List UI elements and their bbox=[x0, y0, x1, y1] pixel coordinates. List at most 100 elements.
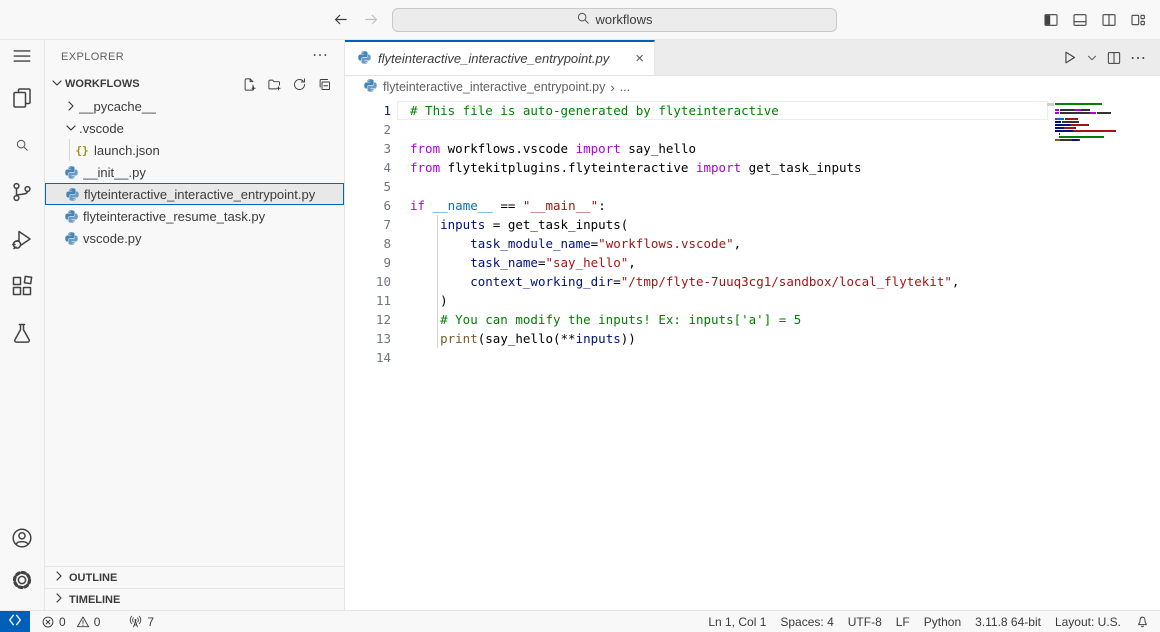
collapse-all-icon[interactable] bbox=[317, 77, 332, 92]
code-text: inputs = get_task_inputs( bbox=[410, 217, 628, 232]
chevron-down-icon bbox=[63, 120, 79, 136]
chevron-down-icon bbox=[49, 75, 65, 94]
line-number[interactable]: 4 bbox=[345, 160, 391, 175]
tree-item-label: vscode.py bbox=[83, 231, 142, 246]
account-button[interactable] bbox=[0, 528, 45, 552]
toggle-primary-sidebar-icon[interactable] bbox=[1043, 12, 1059, 28]
code-text: ) bbox=[410, 293, 448, 308]
code-line-8[interactable]: 8 task_module_name="workflows.vscode", bbox=[345, 234, 1160, 253]
code-editor[interactable]: 1# This file is auto-generated by flytei… bbox=[345, 98, 1160, 610]
line-number[interactable]: 12 bbox=[345, 312, 391, 327]
new-folder-icon[interactable] bbox=[267, 77, 282, 92]
extensions-icon bbox=[10, 274, 34, 303]
workflows-section-header[interactable]: WORKFLOWS bbox=[45, 73, 344, 95]
python-icon bbox=[363, 78, 378, 96]
status-item-3[interactable]: LF bbox=[889, 611, 917, 632]
extensions-button[interactable] bbox=[0, 276, 45, 300]
status-item-1[interactable]: Spaces: 4 bbox=[773, 611, 840, 632]
line-number[interactable]: 8 bbox=[345, 236, 391, 251]
run-python-file-icon[interactable] bbox=[1061, 49, 1078, 66]
search-button[interactable] bbox=[0, 135, 45, 159]
ports-status[interactable]: 7 bbox=[121, 611, 161, 632]
tree-item--init-py[interactable]: __init__.py bbox=[45, 161, 344, 183]
remote-indicator[interactable] bbox=[0, 611, 30, 632]
more-actions-icon[interactable] bbox=[1130, 50, 1146, 66]
tree-indent-guide bbox=[69, 139, 70, 161]
breadcrumb[interactable]: flyteinteractive_interactive_entrypoint.… bbox=[345, 76, 1160, 98]
explorer-icon bbox=[10, 86, 34, 115]
run-dropdown-icon[interactable] bbox=[1086, 52, 1098, 64]
search-icon bbox=[576, 11, 590, 28]
line-number[interactable]: 9 bbox=[345, 255, 391, 270]
breadcrumb-more[interactable]: ... bbox=[620, 80, 630, 94]
tree-item-flyteinteractive-resume-task-py[interactable]: flyteinteractive_resume_task.py bbox=[45, 205, 344, 227]
sidebar-section-timeline[interactable]: TIMELINE bbox=[45, 588, 344, 610]
status-item-4[interactable]: Python bbox=[917, 611, 968, 632]
new-file-icon[interactable] bbox=[242, 77, 257, 92]
tab-flyteinteractive-interactive-entrypoint[interactable]: flyteinteractive_interactive_entrypoint.… bbox=[345, 40, 655, 75]
minimap[interactable] bbox=[1055, 103, 1125, 145]
go-back-button[interactable] bbox=[332, 11, 349, 28]
breadcrumb-file[interactable]: flyteinteractive_interactive_entrypoint.… bbox=[383, 80, 605, 94]
vscode-window: workflows EXPLORER WORKFLOWS __pycache__… bbox=[0, 0, 1160, 632]
code-line-7[interactable]: 7 inputs = get_task_inputs( bbox=[345, 215, 1160, 234]
code-line-3[interactable]: 3from workflows.vscode import say_hello bbox=[345, 139, 1160, 158]
status-item-0[interactable]: Ln 1, Col 1 bbox=[701, 611, 773, 632]
status-item-6[interactable]: Layout: U.S. bbox=[1048, 611, 1128, 632]
tree-item--pycache-[interactable]: __pycache__ bbox=[45, 95, 344, 117]
testing-button[interactable] bbox=[0, 323, 45, 347]
code-text: task_name="say_hello", bbox=[410, 255, 636, 270]
settings-gear-button[interactable] bbox=[0, 570, 45, 594]
code-line-9[interactable]: 9 task_name="say_hello", bbox=[345, 253, 1160, 272]
split-editor-icon[interactable] bbox=[1106, 50, 1122, 66]
tree-item-launch-json[interactable]: {}launch.json bbox=[45, 139, 344, 161]
line-number[interactable]: 6 bbox=[345, 198, 391, 213]
line-number[interactable]: 10 bbox=[345, 274, 391, 289]
tree-item-label: launch.json bbox=[94, 143, 160, 158]
go-forward-button[interactable] bbox=[363, 11, 380, 28]
tree-item-flyteinteractive-interactive-entrypoint-py[interactable]: flyteinteractive_interactive_entrypoint.… bbox=[45, 183, 344, 205]
status-item-5[interactable]: 3.11.8 64-bit bbox=[968, 611, 1048, 632]
line-number[interactable]: 11 bbox=[345, 293, 391, 308]
line-number[interactable]: 14 bbox=[345, 350, 391, 365]
run-debug-button[interactable] bbox=[0, 229, 45, 253]
code-line-4[interactable]: 4from flytekitplugins.flyteinteractive i… bbox=[345, 158, 1160, 177]
sidebar-section-outline[interactable]: OUTLINE bbox=[45, 566, 344, 588]
line-number[interactable]: 1 bbox=[345, 103, 391, 118]
line-number[interactable]: 2 bbox=[345, 122, 391, 137]
ellipsis-icon[interactable] bbox=[312, 47, 328, 66]
tree-item-vscode-py[interactable]: vscode.py bbox=[45, 227, 344, 249]
code-line-6[interactable]: 6if __name__ == "__main__": bbox=[345, 196, 1160, 215]
line-number[interactable]: 7 bbox=[345, 217, 391, 232]
status-item-2[interactable]: UTF-8 bbox=[841, 611, 889, 632]
explorer-button[interactable] bbox=[0, 88, 45, 112]
line-number[interactable]: 5 bbox=[345, 179, 391, 194]
source-control-button[interactable] bbox=[0, 182, 45, 206]
code-line-14[interactable]: 14 bbox=[345, 348, 1160, 367]
code-line-1[interactable]: 1# This file is auto-generated by flytei… bbox=[345, 101, 1160, 120]
refresh-icon[interactable] bbox=[292, 77, 307, 92]
toggle-panel-icon[interactable] bbox=[1072, 12, 1088, 28]
line-number[interactable]: 3 bbox=[345, 141, 391, 156]
command-center-search[interactable]: workflows bbox=[392, 8, 837, 32]
customize-layout-icon[interactable] bbox=[1130, 12, 1146, 28]
notifications-button[interactable] bbox=[1128, 611, 1160, 632]
toggle-secondary-sidebar-icon[interactable] bbox=[1101, 12, 1117, 28]
code-line-2[interactable]: 2 bbox=[345, 120, 1160, 139]
activity-bar bbox=[0, 40, 45, 610]
problems-status[interactable]: 0 0 bbox=[34, 611, 107, 632]
code-text: context_working_dir="/tmp/flyte-7uuq3cg1… bbox=[410, 274, 959, 289]
tree-item-label: flyteinteractive_resume_task.py bbox=[83, 209, 265, 224]
code-text: task_module_name="workflows.vscode", bbox=[410, 236, 741, 251]
close-icon[interactable]: × bbox=[635, 51, 644, 66]
code-line-10[interactable]: 10 context_working_dir="/tmp/flyte-7uuq3… bbox=[345, 272, 1160, 291]
code-line-5[interactable]: 5 bbox=[345, 177, 1160, 196]
line-number[interactable]: 13 bbox=[345, 331, 391, 346]
radio-tower-icon bbox=[128, 614, 143, 629]
chevron-right-icon: › bbox=[610, 80, 614, 95]
tree-item--vscode[interactable]: .vscode bbox=[45, 117, 344, 139]
code-line-11[interactable]: 11 ) bbox=[345, 291, 1160, 310]
menu-button[interactable] bbox=[0, 46, 45, 70]
code-line-13[interactable]: 13 print(say_hello(**inputs)) bbox=[345, 329, 1160, 348]
code-line-12[interactable]: 12 # You can modify the inputs! Ex: inpu… bbox=[345, 310, 1160, 329]
